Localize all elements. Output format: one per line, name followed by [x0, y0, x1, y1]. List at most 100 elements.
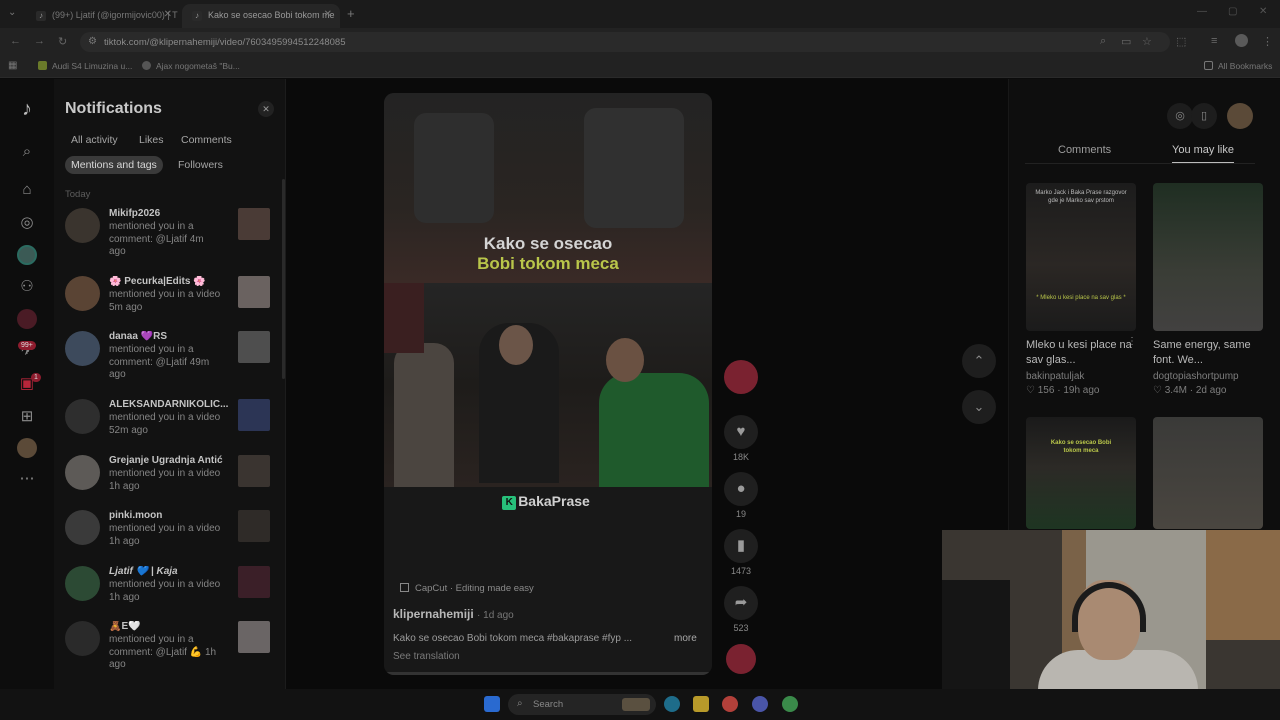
bookmark-item-1[interactable]: Audi S4 Limuzina u... [38, 61, 132, 71]
notification-thumbnail[interactable] [238, 208, 270, 240]
card-meta: ♡ 156 · 19h ago [1026, 385, 1100, 396]
scrollbar[interactable] [282, 179, 285, 379]
close-window-icon[interactable]: ✕ [1259, 6, 1267, 17]
notification-thumbnail[interactable] [238, 455, 270, 487]
more-icon[interactable]: ⋯ [17, 469, 37, 489]
previous-video-button[interactable]: ⌃ [962, 344, 996, 378]
recommended-video-card[interactable] [1153, 417, 1263, 529]
apps-grid-icon[interactable]: ▦ [8, 60, 17, 71]
tab-mentions-and-tags[interactable]: Mentions and tags [65, 156, 163, 174]
browser-tab-2[interactable]: ♪ Kako se osecao Bobi tokom me ✕ [182, 4, 340, 28]
chrome-icon[interactable] [722, 696, 738, 712]
close-tab-icon[interactable]: ✕ [164, 9, 172, 20]
notification-item[interactable]: 🌸 Pecurka|Edits 🌸 mentioned you in a vid… [65, 276, 275, 332]
video-player[interactable]: Kako se osecao Bobi tokom meca K BakaPras… [384, 93, 712, 675]
reload-icon[interactable]: ↻ [58, 35, 67, 48]
video-progress-bar[interactable] [384, 672, 712, 675]
notification-item[interactable]: pinki.moon mentioned you in a video 1h a… [65, 510, 275, 566]
close-icon[interactable]: ✕ [258, 101, 274, 117]
tiktok-favicon-icon: ♪ [36, 11, 46, 21]
comment-button[interactable]: ● 19 [723, 472, 759, 519]
home-icon[interactable]: ⌂ [17, 180, 37, 200]
notification-thumbnail[interactable] [238, 621, 270, 653]
chrome-alt-icon[interactable] [782, 696, 798, 712]
profile-avatar-icon[interactable] [1227, 103, 1253, 129]
search-icon: ⌕ [517, 698, 523, 709]
notifications-panel: Notifications ✕ All activity Likes Comme… [54, 79, 286, 689]
video-author[interactable]: klipernahemiji · 1d ago [393, 607, 514, 621]
cast-icon[interactable]: ▭ [1121, 35, 1131, 48]
section-today: Today [65, 189, 91, 200]
notification-item[interactable]: 🧸E🤍 mentioned you in a comment: @Ljatif … [65, 621, 275, 677]
maximize-icon[interactable]: ▢ [1228, 6, 1237, 17]
taskbar-search[interactable]: ⌕ Search [508, 694, 656, 715]
zoom-icon[interactable]: ⌕ [1100, 35, 1106, 48]
notification-item[interactable]: ALEKSANDARNIKOLIC... mentioned you in a … [65, 399, 275, 455]
reading-list-icon[interactable]: ≡ [1211, 35, 1217, 47]
notification-item[interactable]: danaa 💜RS mentioned you in a comment: @L… [65, 331, 275, 387]
new-tab-icon[interactable]: + [347, 6, 355, 21]
tab-comments[interactable]: Comments [1058, 144, 1111, 156]
menu-icon[interactable]: ⋮ [1262, 35, 1273, 48]
following-avatar-icon[interactable] [17, 245, 37, 265]
compass-icon[interactable]: ◎ [1167, 103, 1193, 129]
video-caption-line1: Kako se osecao [483, 234, 613, 253]
scene-person-green [599, 373, 709, 487]
tab-all-activity[interactable]: All activity [71, 134, 118, 146]
windows-start-icon[interactable] [484, 696, 500, 712]
recommended-video-card[interactable]: Marko Jack i Baka Prase razgovor gde je … [1026, 183, 1136, 396]
file-explorer-icon[interactable] [693, 696, 709, 712]
friends-icon[interactable]: ⚇ [17, 277, 37, 297]
recommended-video-card[interactable]: Kako se osecao Bobi tokom meca [1026, 417, 1136, 529]
profile-avatar-icon[interactable] [1235, 34, 1248, 47]
globe-favicon-icon [142, 61, 151, 70]
card-more-icon[interactable]: ⋮ [1127, 336, 1137, 347]
back-icon[interactable]: ← [10, 35, 21, 47]
music-disc-button[interactable] [723, 644, 759, 674]
notification-item[interactable]: Ljatif 💙 | Kaja mentioned you in a video… [65, 566, 275, 622]
bookmark-item-2[interactable]: Ajax nogometaš "Bu... [142, 61, 240, 71]
share-button[interactable]: ➦ 523 [723, 586, 759, 633]
forward-icon[interactable]: → [34, 35, 45, 47]
save-button[interactable]: ▮ 1473 [723, 529, 759, 576]
bookmark-star-icon[interactable]: ☆ [1142, 35, 1152, 48]
browser-tab-1[interactable]: ♪ (99+) Ljatif (@igormijovic00) | T ✕ [26, 4, 180, 28]
search-icon[interactable]: ⌕ [17, 142, 37, 162]
close-tab-icon[interactable]: ✕ [324, 9, 332, 20]
tab-likes[interactable]: Likes [139, 134, 164, 146]
capcut-link[interactable]: CapCut · Editing made easy [400, 583, 534, 594]
notification-thumbnail[interactable] [238, 399, 270, 431]
address-bar[interactable]: ⚙ tiktok.com/@klipernahemiji/video/76034… [80, 32, 1170, 52]
notification-thumbnail[interactable] [238, 510, 270, 542]
recommended-video-card[interactable]: Same energy, same font. We... dogtopiash… [1153, 183, 1263, 396]
upload-icon[interactable]: ⊞ [17, 407, 37, 427]
tiktok-logo-icon[interactable]: ♪ [17, 99, 37, 119]
more-button[interactable]: more [674, 633, 697, 644]
avatar [65, 276, 100, 311]
device-icon[interactable]: ▯ [1191, 103, 1217, 129]
profile-avatar-icon[interactable] [17, 438, 37, 458]
edge-icon[interactable] [664, 696, 680, 712]
explore-icon[interactable]: ◎ [17, 213, 37, 233]
tab-you-may-like[interactable]: You may like [1172, 144, 1234, 164]
tab-comments[interactable]: Comments [181, 134, 232, 146]
site-info-icon[interactable]: ⚙ [88, 36, 97, 47]
notification-thumbnail[interactable] [238, 276, 270, 308]
discord-icon[interactable] [752, 696, 768, 712]
tab-followers[interactable]: Followers [178, 159, 223, 171]
minimize-icon[interactable]: — [1197, 6, 1207, 17]
author-avatar-button[interactable] [723, 360, 759, 394]
card-thumbnail: Kako se osecao Bobi tokom meca [1026, 417, 1136, 529]
see-translation-link[interactable]: See translation [393, 651, 460, 662]
notification-item[interactable]: Mikifp2026 mentioned you in a comment: @… [65, 208, 275, 264]
all-bookmarks[interactable]: All Bookmarks [1204, 61, 1272, 71]
tab-search-icon[interactable]: ⌄ [8, 7, 16, 18]
extensions-icon[interactable]: ⬚ [1176, 35, 1186, 48]
live-icon[interactable] [17, 309, 37, 329]
like-button[interactable]: ♥ 18K [723, 415, 759, 462]
notification-item[interactable]: Grejanje Ugradnja Antić mentioned you in… [65, 455, 275, 511]
notification-thumbnail[interactable] [238, 566, 270, 598]
notification-thumbnail[interactable] [238, 331, 270, 363]
card-likes: 3.4M [1164, 385, 1187, 396]
next-video-button[interactable]: ⌄ [962, 390, 996, 424]
